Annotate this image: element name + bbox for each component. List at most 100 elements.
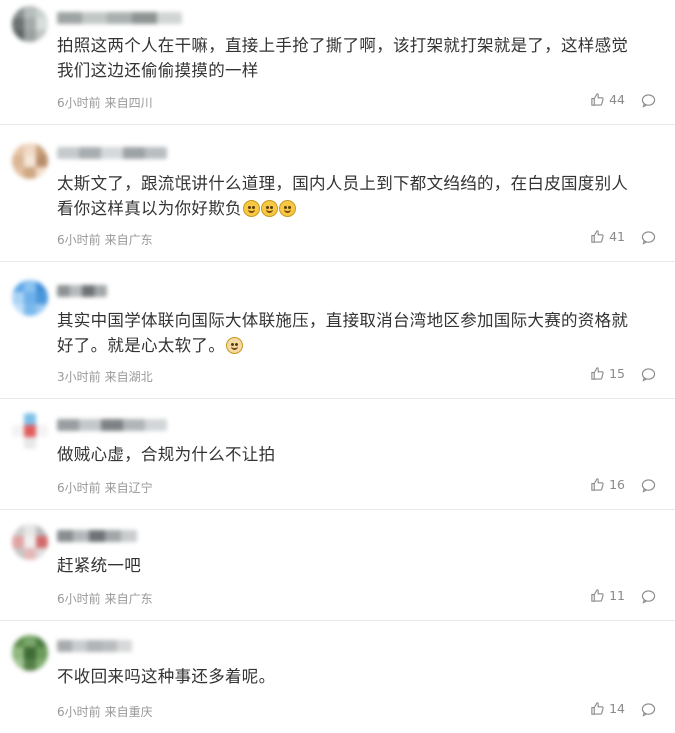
comment-list: 拍照这两个人在干嘛，直接上手抢了撕了啊，该打架就打架就是了，这样感觉我们这边还偷… [0, 0, 675, 733]
avatar-pixel [24, 659, 36, 671]
dog-emoji [226, 337, 243, 354]
avatar-pixel [12, 659, 24, 671]
avatar-pixel [24, 30, 36, 42]
comment-bubble-icon[interactable] [641, 478, 656, 496]
avatar-pixel [12, 536, 24, 548]
smile-sweat-emoji [278, 200, 296, 217]
avatar-pixel [12, 18, 24, 30]
like-button[interactable]: 41 [590, 229, 625, 244]
thumbs-up-icon [590, 588, 605, 603]
avatar-pixel [36, 548, 48, 560]
avatar[interactable] [12, 413, 48, 449]
location: 来自重庆 [104, 705, 153, 719]
avatar-pixel [24, 167, 36, 179]
avatar-pixel [12, 6, 24, 18]
avatar-pixel [36, 647, 48, 659]
comment-bubble-icon[interactable] [641, 702, 656, 720]
avatar-pixel [12, 635, 24, 647]
avatar[interactable] [12, 6, 48, 42]
comment-bubble-icon[interactable] [641, 367, 656, 385]
avatar-pixel [24, 413, 36, 425]
avatar-pixel [24, 155, 36, 167]
avatar-pixel [24, 292, 36, 304]
avatar[interactable] [12, 280, 48, 316]
comment-text: 其实中国学体联向国际大体联施压，直接取消台湾地区参加国际大赛的资格就好了。就是心… [57, 308, 667, 358]
username-blurred[interactable] [57, 419, 167, 431]
avatar-pixel [24, 524, 36, 536]
avatar[interactable] [12, 635, 48, 671]
avatar-pixel [36, 280, 48, 292]
meta-info: 6小时前 来自广东 [57, 590, 153, 607]
avatar-pixel [36, 304, 48, 316]
comment-meta: 6小时前 来自重庆 14 [57, 701, 675, 721]
comment-body: 不收回来吗这种事还多着呢。 [57, 667, 276, 686]
comment-body: 做贼心虚，合规为什么不让拍 [57, 445, 276, 464]
avatar-pixel [12, 167, 24, 179]
thumbs-up-icon [590, 229, 605, 244]
avatar-pixel [12, 425, 24, 437]
avatar-pixel [24, 437, 36, 449]
avatar-pixel [24, 6, 36, 18]
avatar-pixel [36, 659, 48, 671]
comment-bubble-icon[interactable] [641, 93, 656, 111]
like-count: 11 [609, 588, 625, 603]
location: 来自四川 [104, 96, 153, 110]
timestamp: 3小时前 [57, 370, 101, 384]
avatar-pixel [36, 635, 48, 647]
avatar-pixel [12, 30, 24, 42]
avatar-pixel [36, 413, 48, 425]
avatar-pixel [36, 536, 48, 548]
comment-meta: 3小时前 来自湖北 15 [57, 366, 675, 386]
thumbs-up-icon [590, 366, 605, 381]
avatar-pixel [24, 548, 36, 560]
avatar-pixel [36, 143, 48, 155]
avatar-pixel [12, 548, 24, 560]
comment-body: 赶紧统一吧 [57, 556, 141, 575]
comment-text: 做贼心虚，合规为什么不让拍 [57, 442, 667, 467]
avatar-pixel [36, 30, 48, 42]
comment-meta: 6小时前 来自辽宁 16 [57, 477, 675, 497]
avatar[interactable] [12, 143, 48, 179]
avatar-pixel [12, 647, 24, 659]
comment-meta: 6小时前 来自四川 44 [57, 92, 675, 112]
avatar-pixel [24, 18, 36, 30]
avatar-pixel [36, 167, 48, 179]
avatar-pixel [36, 292, 48, 304]
avatar-pixel [36, 18, 48, 30]
timestamp: 6小时前 [57, 705, 101, 719]
comment-bubble-icon[interactable] [641, 230, 656, 248]
username-blurred[interactable] [57, 640, 132, 652]
location: 来自湖北 [104, 370, 153, 384]
like-count: 44 [609, 92, 625, 107]
like-button[interactable]: 15 [590, 366, 625, 381]
avatar-pixel [36, 155, 48, 167]
like-button[interactable]: 16 [590, 477, 625, 492]
avatar-pixel [36, 524, 48, 536]
location: 来自广东 [104, 592, 153, 606]
comment-body: 其实中国学体联向国际大体联施压，直接取消台湾地区参加国际大赛的资格就好了。就是心… [57, 311, 629, 355]
comment-item: 太斯文了，跟流氓讲什么道理，国内人员上到下都文绉绉的，在白皮国度别人看你这样真以… [0, 125, 675, 262]
thumbs-up-icon [590, 701, 605, 716]
username-blurred[interactable] [57, 530, 137, 542]
avatar-pixel [24, 536, 36, 548]
username-blurred[interactable] [57, 147, 167, 159]
thumbs-up-icon [590, 92, 605, 107]
meta-info: 6小时前 来自重庆 [57, 703, 153, 720]
like-count: 14 [609, 701, 625, 716]
username-blurred[interactable] [57, 285, 107, 297]
comment-item: 拍照这两个人在干嘛，直接上手抢了撕了啊，该打架就打架就是了，这样感觉我们这边还偷… [0, 0, 675, 125]
avatar[interactable] [12, 524, 48, 560]
username-blurred[interactable] [57, 12, 182, 24]
avatar-pixel [24, 143, 36, 155]
avatar-pixel [12, 143, 24, 155]
comment-item: 其实中国学体联向国际大体联施压，直接取消台湾地区参加国际大赛的资格就好了。就是心… [0, 262, 675, 399]
comment-bubble-icon[interactable] [641, 589, 656, 607]
comment-item: 做贼心虚，合规为什么不让拍 6小时前 来自辽宁 16 [0, 399, 675, 510]
like-button[interactable]: 44 [590, 92, 625, 107]
like-button[interactable]: 11 [590, 588, 625, 603]
like-button[interactable]: 14 [590, 701, 625, 716]
avatar-pixel [12, 524, 24, 536]
timestamp: 6小时前 [57, 233, 101, 247]
avatar-pixel [24, 647, 36, 659]
avatar-pixel [24, 280, 36, 292]
